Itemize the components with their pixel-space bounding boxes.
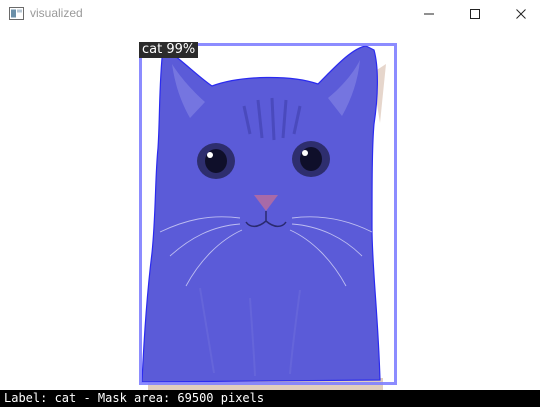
app-icon [9, 7, 24, 20]
right-eye-highlight [302, 150, 308, 156]
left-eye-highlight [207, 152, 213, 158]
close-icon [516, 9, 526, 19]
window-title: visualized [30, 6, 83, 20]
status-bar: Label: cat - Mask area: 69500 pixels [0, 390, 540, 407]
cat-mask [141, 45, 381, 383]
close-button[interactable] [498, 0, 540, 28]
segmentation-visualization [139, 43, 397, 390]
image-canvas: cat 99% [0, 28, 540, 390]
detection-label: cat 99% [139, 42, 199, 58]
minimize-icon [424, 13, 434, 15]
status-text: Label: cat - Mask area: 69500 pixels [4, 391, 265, 405]
maximize-button[interactable] [452, 0, 498, 28]
minimize-button[interactable] [406, 0, 452, 28]
maximize-icon [470, 9, 480, 19]
window-titlebar[interactable]: visualized [0, 0, 540, 28]
